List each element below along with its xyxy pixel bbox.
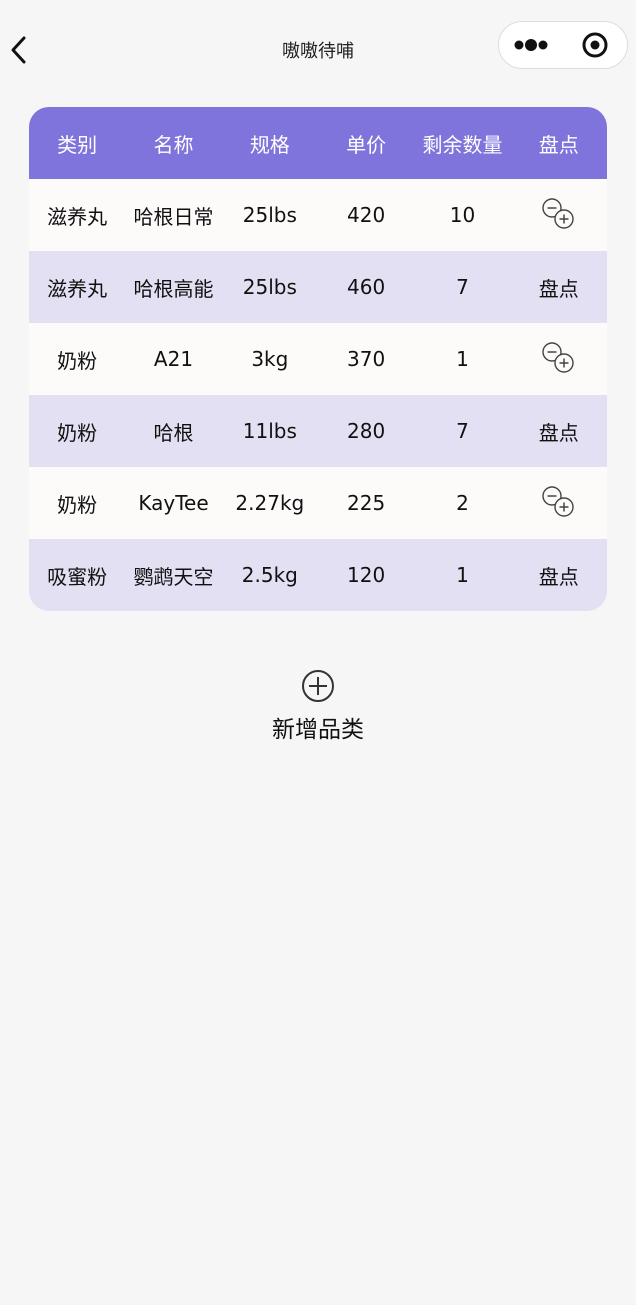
mini-program-capsule [498, 21, 628, 69]
table-row: 吸蜜粉 鹦鹉天空 2.5kg 120 1 盘点 [29, 539, 607, 611]
cell-spec: 2.5kg [241, 563, 298, 587]
cell-category: 奶粉 [57, 420, 98, 445]
header-price: 单价 [346, 132, 387, 157]
table-row: 奶粉 KayTee 2.27kg 225 2 [29, 467, 607, 539]
plus-circle-icon [302, 670, 334, 702]
cell-spec: 25lbs [242, 275, 297, 299]
cell-stocktake [511, 467, 607, 539]
cell-category: 滋养丸 [47, 204, 108, 229]
cell-name: 鹦鹉天空 [133, 564, 214, 589]
cell-price: 120 [347, 563, 386, 587]
cell-name: KayTee [138, 491, 209, 515]
add-category-label: 新增品类 [272, 717, 364, 743]
table-row: 滋养丸 哈根日常 25lbs 420 10 [29, 179, 607, 251]
cell-category: 奶粉 [57, 492, 98, 517]
minus-plus-adjust-icon[interactable] [541, 342, 577, 376]
minus-plus-adjust-icon[interactable] [541, 198, 577, 232]
table-row: 奶粉 A21 3kg 370 1 [29, 323, 607, 395]
table-row: 滋养丸 哈根高能 25lbs 460 7 盘点 [29, 251, 607, 323]
cell-price: 460 [347, 275, 386, 299]
cell-spec: 2.27kg [235, 491, 305, 515]
add-category-button[interactable]: 新增品类 [218, 668, 418, 748]
cell-category: 奶粉 [57, 348, 98, 373]
table-row: 奶粉 哈根 11lbs 280 7 盘点 [29, 395, 607, 467]
table-header: 类别 名称 规格 单价 剩余数量 盘点 [29, 107, 607, 179]
header-name: 名称 [153, 132, 194, 157]
header-remaining: 剩余数量 [422, 132, 503, 157]
cell-spec: 3kg [251, 347, 289, 371]
close-button[interactable] [565, 22, 627, 68]
cell-remaining: 10 [449, 203, 476, 227]
header-category: 类别 [57, 132, 98, 157]
cell-price: 225 [347, 491, 386, 515]
stocktake-button[interactable]: 盘点 [511, 539, 607, 611]
cell-spec: 25lbs [242, 203, 297, 227]
cell-stocktake [511, 179, 607, 251]
cell-stocktake [511, 323, 607, 395]
header-stocktake: 盘点 [538, 132, 579, 157]
stocktake-button[interactable]: 盘点 [511, 251, 607, 323]
navigation-bar: 嗷嗷待哺 [0, 0, 636, 98]
cell-name: 哈根高能 [133, 276, 214, 301]
cell-price: 280 [347, 419, 386, 443]
cell-name: 哈根 [153, 420, 194, 445]
inventory-table: 类别 名称 规格 单价 剩余数量 盘点 滋养丸 哈根日常 25lbs 420 1… [29, 107, 607, 611]
cell-remaining: 1 [456, 347, 469, 371]
target-close-icon [582, 32, 608, 58]
cell-category: 滋养丸 [47, 276, 108, 301]
header-spec: 规格 [249, 132, 290, 157]
cell-remaining: 1 [456, 563, 469, 587]
cell-remaining: 7 [456, 419, 469, 443]
stocktake-button[interactable]: 盘点 [511, 395, 607, 467]
cell-price: 370 [347, 347, 386, 371]
cell-remaining: 2 [456, 491, 469, 515]
cell-remaining: 7 [456, 275, 469, 299]
cell-category: 吸蜜粉 [47, 564, 108, 589]
cell-spec: 11lbs [242, 419, 297, 443]
minus-plus-adjust-icon[interactable] [541, 486, 577, 520]
cell-name: A21 [153, 347, 194, 371]
cell-name: 哈根日常 [133, 204, 214, 229]
cell-price: 420 [347, 203, 386, 227]
more-button[interactable] [499, 22, 563, 68]
more-dots-icon [514, 39, 548, 51]
